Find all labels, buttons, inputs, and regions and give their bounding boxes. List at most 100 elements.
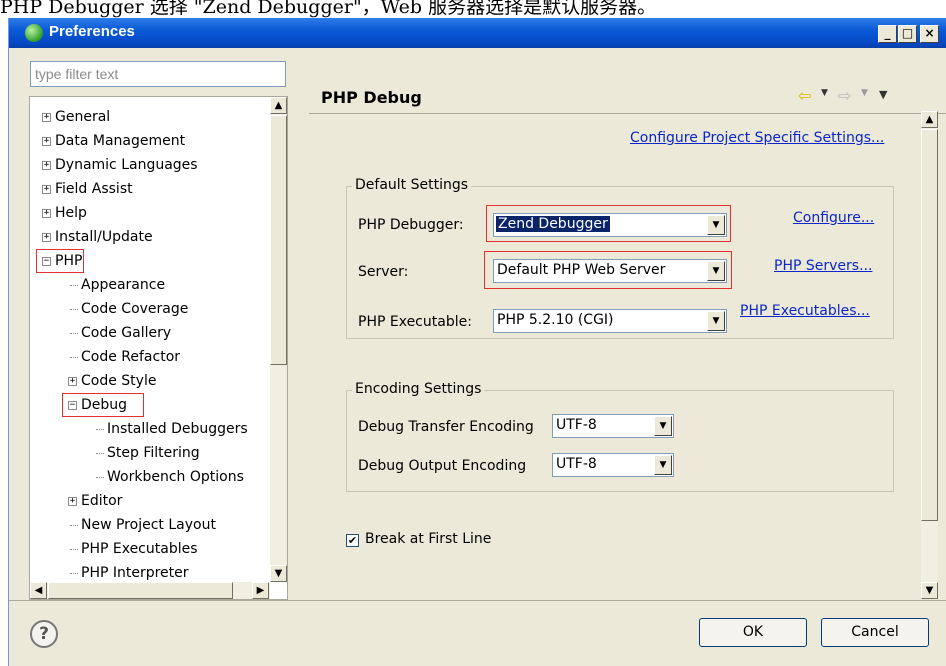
tree-item-label: Installed Debuggers (107, 421, 248, 437)
help-icon[interactable]: ? (30, 620, 58, 648)
tree-connector (70, 285, 78, 286)
tree-item-label: Field Assist (55, 181, 133, 197)
chevron-down-icon[interactable]: ▼ (654, 455, 672, 475)
scroll-up-icon[interactable]: ▲ (921, 111, 938, 128)
chevron-down-icon[interactable]: ▼ (707, 311, 725, 331)
tree-connector (96, 477, 104, 478)
debug-transfer-encoding-select[interactable]: UTF-8 ▼ (552, 414, 674, 438)
tree-vertical-scrollbar[interactable]: ▲ ▼ (270, 97, 287, 582)
tree-item[interactable]: Code Refactor (30, 346, 268, 368)
scroll-left-icon[interactable]: ◀ (30, 582, 47, 599)
view-menu-icon[interactable]: ▼ (879, 88, 887, 101)
expand-icon[interactable]: + (42, 233, 51, 242)
tree-item-label: Install/Update (55, 229, 153, 245)
tree-item[interactable]: New Project Layout (30, 514, 268, 536)
page-vertical-scrollbar[interactable]: ▲ ▼ (921, 111, 938, 599)
tree-connector (70, 525, 78, 526)
expand-icon[interactable]: + (42, 185, 51, 194)
tree-item[interactable]: + Data Management (30, 130, 268, 152)
server-highlight-box (484, 251, 732, 289)
page-scroll-thumb[interactable] (921, 129, 938, 521)
back-arrow-icon[interactable]: ⇦ (798, 86, 811, 105)
page-title: PHP Debug (321, 88, 422, 107)
tree-item[interactable]: + General (30, 106, 268, 128)
scroll-down-icon[interactable]: ▼ (270, 565, 287, 582)
default-settings-label: Default Settings (352, 177, 472, 193)
cancel-button[interactable]: Cancel (821, 618, 929, 647)
expand-icon[interactable]: + (42, 161, 51, 170)
expand-icon[interactable]: + (68, 497, 77, 506)
tree-item-label: Workbench Options (107, 469, 244, 485)
tree-item[interactable]: Workbench Options (30, 466, 268, 488)
filter-input[interactable] (30, 61, 286, 87)
tree-connector (70, 549, 78, 550)
configure-project-settings-link[interactable]: Configure Project Specific Settings... (630, 130, 884, 146)
tree-item[interactable]: Code Coverage (30, 298, 268, 320)
tree-connector (96, 453, 104, 454)
scroll-down-icon[interactable]: ▼ (921, 582, 938, 599)
tree-item[interactable]: Code Gallery (30, 322, 268, 344)
tree-connector (70, 573, 78, 574)
tree-horizontal-scrollbar[interactable]: ◀ ▶ (30, 582, 270, 599)
tree-item[interactable]: + Editor (30, 490, 268, 512)
preference-tree: + General + Data Management + Dynamic Languag… (29, 96, 288, 600)
title-bar[interactable]: Preferences _ □ × (9, 18, 946, 48)
php-executable-value: PHP 5.2.10 (CGI) (497, 312, 614, 328)
tree-item[interactable]: + Install/Update (30, 226, 268, 248)
tree-item-label: Code Refactor (81, 349, 181, 365)
preferences-window: Preferences _ □ × + General + Data Manageme… (8, 18, 946, 666)
tree-item[interactable]: Appearance (30, 274, 268, 296)
expand-icon[interactable]: + (42, 113, 51, 122)
back-menu-chevron-icon[interactable]: ▼ (821, 88, 828, 98)
tree-item[interactable]: PHP Interpreter (30, 562, 268, 584)
tree-item[interactable]: + Help (30, 202, 268, 224)
ok-button[interactable]: OK (699, 618, 807, 647)
chevron-down-icon[interactable]: ▼ (654, 416, 672, 436)
tree-item[interactable]: + Code Style (30, 370, 268, 392)
tree-scroll-thumb[interactable] (270, 115, 287, 365)
expand-icon[interactable]: + (42, 137, 51, 146)
php-executables-link[interactable]: PHP Executables... (740, 303, 870, 319)
debugger-highlight-box (486, 205, 731, 242)
minimize-button[interactable]: _ (878, 25, 897, 43)
tree-connector (70, 309, 78, 310)
tree-item[interactable]: + Dynamic Languages (30, 154, 268, 176)
expand-icon[interactable]: + (42, 209, 51, 218)
debug-output-encoding-label: Debug Output Encoding (358, 458, 527, 474)
caption-text: PHP Debugger 选择 "Zend Debugger"，Web 服务器选… (0, 0, 657, 18)
close-button[interactable]: × (920, 25, 939, 43)
tree-item[interactable]: Installed Debuggers (30, 418, 268, 440)
tree-item-label: PHP Executables (81, 541, 198, 557)
button-bar-separator (9, 600, 946, 601)
debug-output-encoding-select[interactable]: UTF-8 ▼ (552, 453, 674, 477)
expand-icon[interactable]: + (68, 377, 77, 386)
tree-item-label: Editor (81, 493, 123, 509)
window-title: Preferences (49, 23, 135, 40)
configure-link[interactable]: Configure... (793, 210, 874, 226)
tree-item-label: Appearance (81, 277, 166, 293)
tree-connector (96, 429, 104, 430)
php-servers-link[interactable]: PHP Servers... (774, 258, 872, 274)
tree-item[interactable]: PHP Executables (30, 538, 268, 560)
tree-item-label: PHP Interpreter (81, 565, 189, 581)
tree-item-label: Help (55, 205, 87, 221)
forward-menu-chevron-icon[interactable]: ▼ (861, 88, 868, 98)
tree-highlight-box (36, 249, 84, 273)
forward-arrow-icon[interactable]: ⇨ (838, 86, 851, 105)
eclipse-app-icon (25, 24, 43, 42)
tree-highlight-box (62, 393, 144, 417)
break-at-first-line-checkbox[interactable]: ✔ (346, 534, 359, 547)
default-settings-group: Default Settings PHP Debugger: Zend Debu… (346, 177, 894, 339)
tree-item[interactable]: Step Filtering (30, 442, 268, 464)
break-at-first-line-label: Break at First Line (365, 531, 492, 547)
scroll-up-icon[interactable]: ▲ (270, 97, 287, 114)
tree-hscroll-thumb[interactable] (48, 582, 233, 599)
debug-output-encoding-value: UTF-8 (556, 456, 597, 472)
tree-item[interactable]: + Field Assist (30, 178, 268, 200)
maximize-button[interactable]: □ (898, 25, 917, 43)
scroll-right-icon[interactable]: ▶ (252, 582, 269, 599)
php-executable-select[interactable]: PHP 5.2.10 (CGI) ▼ (493, 309, 727, 333)
encoding-settings-label: Encoding Settings (352, 381, 485, 397)
tree-item-label: Code Gallery (81, 325, 172, 341)
php-executable-label: PHP Executable: (358, 314, 472, 330)
